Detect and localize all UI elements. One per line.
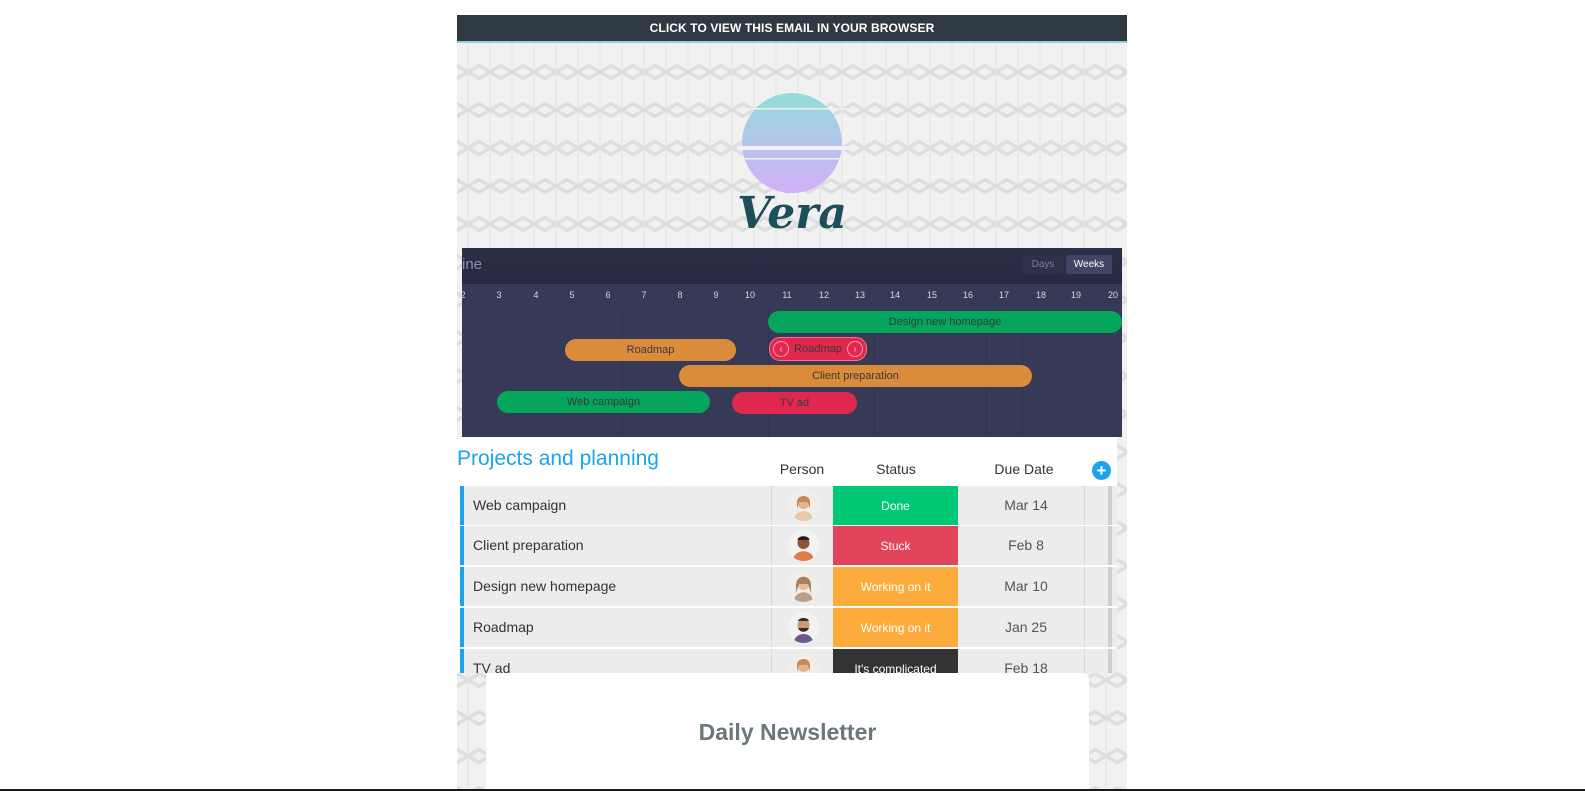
date-label: 11 [782, 290, 792, 300]
date-label: 19 [1070, 290, 1082, 300]
date-label: 14 [889, 290, 901, 300]
avatar[interactable] [788, 490, 819, 521]
bar-label: TV ad [779, 397, 810, 409]
row-name[interactable]: Client preparation [473, 537, 584, 553]
status-badge[interactable]: Working on it [833, 608, 958, 647]
days-toggle[interactable]: Days [1022, 255, 1064, 274]
bar-label: Roadmap [626, 344, 675, 356]
table-row[interactable]: Design new homepage Working on it Mar 10 [460, 567, 1117, 606]
column-header-person[interactable]: Person [780, 461, 824, 477]
chevron-left-icon[interactable]: ‹ [773, 341, 789, 357]
timeline-bar-roadmap[interactable]: Roadmap [565, 339, 736, 361]
timeline-bar-client-preparation[interactable]: Client preparation [679, 365, 1032, 387]
divider [1084, 567, 1085, 606]
row-name[interactable]: Roadmap [473, 619, 534, 635]
newsletter-card: Daily Newsletter [486, 673, 1089, 791]
date-label: 5 [569, 290, 575, 300]
date-label: 10 [744, 290, 756, 300]
weeks-toggle[interactable]: Weeks [1066, 255, 1112, 274]
date-label: 8 [677, 290, 683, 300]
logo-wordmark: Vera [737, 188, 847, 239]
date-label: 15 [926, 290, 938, 300]
status-badge[interactable]: It's complicated [833, 649, 958, 673]
status-badge[interactable]: Working on it [833, 567, 958, 606]
date-label: 4 [533, 290, 539, 300]
timeline-title: ine [462, 256, 483, 273]
table-row[interactable]: Client preparation Stuck Feb 8 [460, 526, 1117, 565]
row-scroll-edge [1108, 649, 1112, 673]
row-accent [460, 608, 464, 647]
row-scroll-edge [1108, 526, 1112, 565]
avatar[interactable] [788, 530, 819, 561]
divider [1084, 486, 1085, 525]
bar-label: Client preparation [812, 370, 899, 382]
timeline-bar-roadmap-selected[interactable]: ‹ Roadmap › [769, 337, 867, 361]
table-row[interactable]: Roadmap Working on it Jan 25 [460, 608, 1117, 647]
due-date[interactable]: Jan 25 [981, 619, 1071, 635]
add-column-icon[interactable]: + [1092, 461, 1111, 480]
timeline-header: ine Days Weeks [462, 248, 1122, 284]
timeline-bar-web-campaign[interactable]: Web campaign [497, 391, 710, 413]
avatar[interactable] [788, 653, 819, 673]
newsletter-title: Daily Newsletter [698, 719, 877, 745]
board-title: Projects and planning [457, 447, 659, 470]
avatar[interactable] [788, 571, 819, 602]
divider [1084, 649, 1085, 673]
row-accent [460, 486, 464, 525]
project-board: Projects and planning Person Status Due … [457, 437, 1117, 673]
bar-label: Roadmap [794, 343, 842, 355]
date-label: 20 [1107, 290, 1119, 300]
row-name[interactable]: TV ad [473, 660, 510, 673]
row-accent [460, 567, 464, 606]
row-scroll-edge [1108, 608, 1112, 647]
bar-label: Design new homepage [888, 316, 1002, 328]
timeline-bar-design-new-homepage[interactable]: Design new homepage [768, 311, 1122, 333]
due-date[interactable]: Feb 18 [981, 660, 1071, 673]
divider [1084, 526, 1085, 565]
date-label: 6 [605, 290, 611, 300]
row-accent [460, 526, 464, 565]
status-badge[interactable]: Done [833, 486, 958, 525]
table-row[interactable]: TV ad It's complicated Feb 18 [460, 649, 1117, 673]
table-row[interactable]: Web campaign Done Mar 14 [460, 486, 1117, 525]
status-badge[interactable]: Stuck [833, 526, 958, 565]
divider [1084, 608, 1085, 647]
divider [771, 608, 772, 647]
timeline-view: ine Days Weeks 2 3 4 5 6 7 8 9 10 11 12 … [462, 248, 1122, 437]
divider [771, 486, 772, 525]
divider [771, 526, 772, 565]
divider [771, 649, 772, 673]
row-scroll-edge [1108, 486, 1112, 525]
row-name[interactable]: Design new homepage [473, 578, 616, 594]
avatar[interactable] [788, 612, 819, 643]
due-date[interactable]: Mar 10 [981, 578, 1071, 594]
row-accent [460, 649, 464, 673]
view-in-browser-link[interactable]: CLICK TO VIEW THIS EMAIL IN YOUR BROWSER [650, 21, 935, 35]
date-label: 12 [818, 290, 830, 300]
date-label: 17 [998, 290, 1010, 300]
column-header-due-date[interactable]: Due Date [994, 461, 1053, 477]
row-name[interactable]: Web campaign [473, 497, 566, 513]
grid-line [622, 308, 623, 437]
vera-logo: Vera [737, 93, 847, 239]
date-label: 2 [462, 290, 466, 300]
chevron-right-icon[interactable]: › [847, 341, 863, 357]
date-label: 7 [641, 290, 647, 300]
column-header-status[interactable]: Status [876, 461, 916, 477]
due-date[interactable]: Feb 8 [981, 537, 1071, 553]
timeline-bar-tv-ad[interactable]: TV ad [732, 392, 857, 414]
date-label: 9 [713, 290, 719, 300]
divider [771, 567, 772, 606]
view-in-browser-bar: CLICK TO VIEW THIS EMAIL IN YOUR BROWSER [457, 15, 1127, 43]
timeline-date-scale: 2 3 4 5 6 7 8 9 10 11 12 13 14 15 16 17 … [462, 284, 1122, 308]
bar-label: Web campaign [566, 396, 641, 408]
row-scroll-edge [1108, 567, 1112, 606]
email-container: CLICK TO VIEW THIS EMAIL IN YOUR BROWSER… [457, 15, 1127, 791]
date-label: 3 [496, 290, 502, 300]
due-date[interactable]: Mar 14 [981, 497, 1071, 513]
date-label: 13 [854, 290, 866, 300]
date-label: 16 [962, 290, 974, 300]
date-label: 18 [1035, 290, 1047, 300]
